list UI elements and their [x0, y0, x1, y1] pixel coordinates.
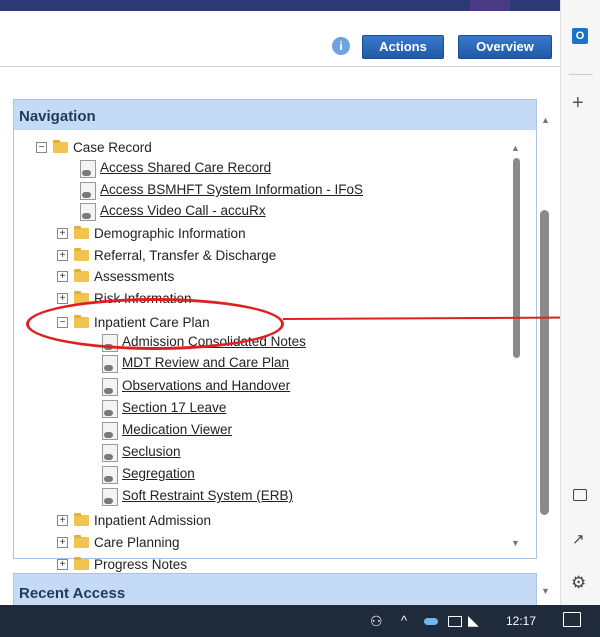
tree-item-label[interactable]: Segregation: [122, 466, 195, 481]
expand-icon[interactable]: +: [57, 228, 68, 239]
folder-icon: [74, 557, 89, 570]
tree-scroll-up-arrow[interactable]: ▲: [511, 143, 520, 153]
folder-icon: [53, 140, 68, 153]
folder-icon: [74, 248, 89, 261]
annotation-ellipse: [26, 298, 284, 350]
document-icon: [102, 444, 118, 462]
wifi-icon[interactable]: ◣: [468, 612, 479, 629]
document-icon: [102, 355, 118, 373]
add-icon[interactable]: +: [572, 92, 584, 115]
info-icon[interactable]: i: [332, 37, 350, 55]
expand-icon[interactable]: +: [57, 271, 68, 282]
toolbar: i Actions Overview: [0, 11, 560, 67]
link-badge-icon: [104, 388, 113, 394]
tree-item-label[interactable]: Seclusion: [122, 444, 181, 459]
recent-access-title: Recent Access: [19, 585, 126, 602]
link-badge-icon: [104, 365, 113, 371]
page-scrollbar-thumb[interactable]: [540, 210, 549, 515]
expand-icon[interactable]: +: [57, 515, 68, 526]
tree-item-label[interactable]: Assessments: [94, 269, 174, 284]
battery-icon[interactable]: [448, 616, 462, 627]
tree-item-label[interactable]: Demographic Information: [94, 226, 246, 241]
tree-item-label[interactable]: Access Shared Care Record: [100, 160, 271, 175]
settings-gear-icon[interactable]: ⚙: [571, 573, 586, 593]
link-badge-icon: [104, 410, 113, 416]
document-icon: [102, 400, 118, 418]
folder-icon: [74, 226, 89, 239]
overview-button[interactable]: Overview: [458, 35, 552, 59]
sidebar-divider: [569, 74, 593, 75]
document-icon: [102, 378, 118, 396]
document-icon: [102, 422, 118, 440]
collapse-icon[interactable]: −: [36, 142, 47, 153]
tree-item-label[interactable]: Progress Notes: [94, 557, 187, 572]
people-icon[interactable]: ⚇: [370, 613, 383, 630]
tree-scrollbar-thumb[interactable]: [513, 158, 520, 358]
tree-item-label[interactable]: Case Record: [73, 140, 152, 155]
actions-button[interactable]: Actions: [362, 35, 444, 59]
tree-item-label[interactable]: Medication Viewer: [122, 422, 232, 437]
document-icon: [80, 160, 96, 178]
link-badge-icon: [104, 476, 113, 482]
page-scroll-down-arrow[interactable]: ▼: [541, 586, 550, 596]
tree-item-label[interactable]: Observations and Handover: [122, 378, 290, 393]
split-screen-icon[interactable]: [573, 489, 587, 501]
clock[interactable]: 12:17: [506, 614, 536, 628]
open-external-icon[interactable]: ↗: [572, 530, 585, 548]
link-badge-icon: [82, 170, 91, 176]
document-icon: [102, 466, 118, 484]
link-badge-icon: [82, 192, 91, 198]
outlook-icon[interactable]: O: [572, 28, 588, 44]
link-badge-icon: [104, 432, 113, 438]
tree-item-label[interactable]: Soft Restraint System (ERB): [122, 488, 293, 503]
onedrive-cloud-icon[interactable]: [424, 618, 438, 625]
navigation-title: Navigation: [19, 108, 96, 125]
folder-icon: [74, 535, 89, 548]
recent-access-panel[interactable]: Recent Access: [13, 573, 537, 607]
folder-icon: [74, 269, 89, 282]
document-icon: [102, 488, 118, 506]
folder-icon: [74, 513, 89, 526]
tree-item-label[interactable]: Care Planning: [94, 535, 180, 550]
link-badge-icon: [104, 454, 113, 460]
expand-icon[interactable]: +: [57, 250, 68, 261]
tree-item-label[interactable]: Access Video Call - accuRx: [100, 203, 266, 218]
document-icon: [80, 182, 96, 200]
chevron-up-icon[interactable]: ^: [401, 613, 407, 628]
tree-item-label[interactable]: Referral, Transfer & Discharge: [94, 248, 276, 263]
tree-item-label[interactable]: Inpatient Admission: [94, 513, 211, 528]
tree-item-label[interactable]: Access BSMHFT System Information - IFoS: [100, 182, 363, 197]
tree-scroll-down-arrow[interactable]: ▼: [511, 538, 520, 548]
document-icon: [80, 203, 96, 221]
navigation-header: Navigation: [14, 100, 536, 130]
expand-icon[interactable]: +: [57, 537, 68, 548]
expand-icon[interactable]: +: [57, 293, 68, 304]
edge-sidebar: O + ↗ ⚙: [560, 0, 600, 605]
taskbar: ⚇ ^ ◣ 12:17: [0, 605, 600, 637]
top-band-stripe: [470, 0, 510, 11]
notification-icon[interactable]: [563, 612, 581, 627]
link-badge-icon: [82, 213, 91, 219]
browser-top-band: [0, 0, 560, 11]
expand-icon[interactable]: +: [57, 559, 68, 570]
link-badge-icon: [104, 498, 113, 504]
tree-item-label[interactable]: Section 17 Leave: [122, 400, 226, 415]
page-scroll-up-arrow[interactable]: ▲: [541, 115, 550, 125]
tree-item-label[interactable]: MDT Review and Care Plan: [122, 355, 289, 370]
